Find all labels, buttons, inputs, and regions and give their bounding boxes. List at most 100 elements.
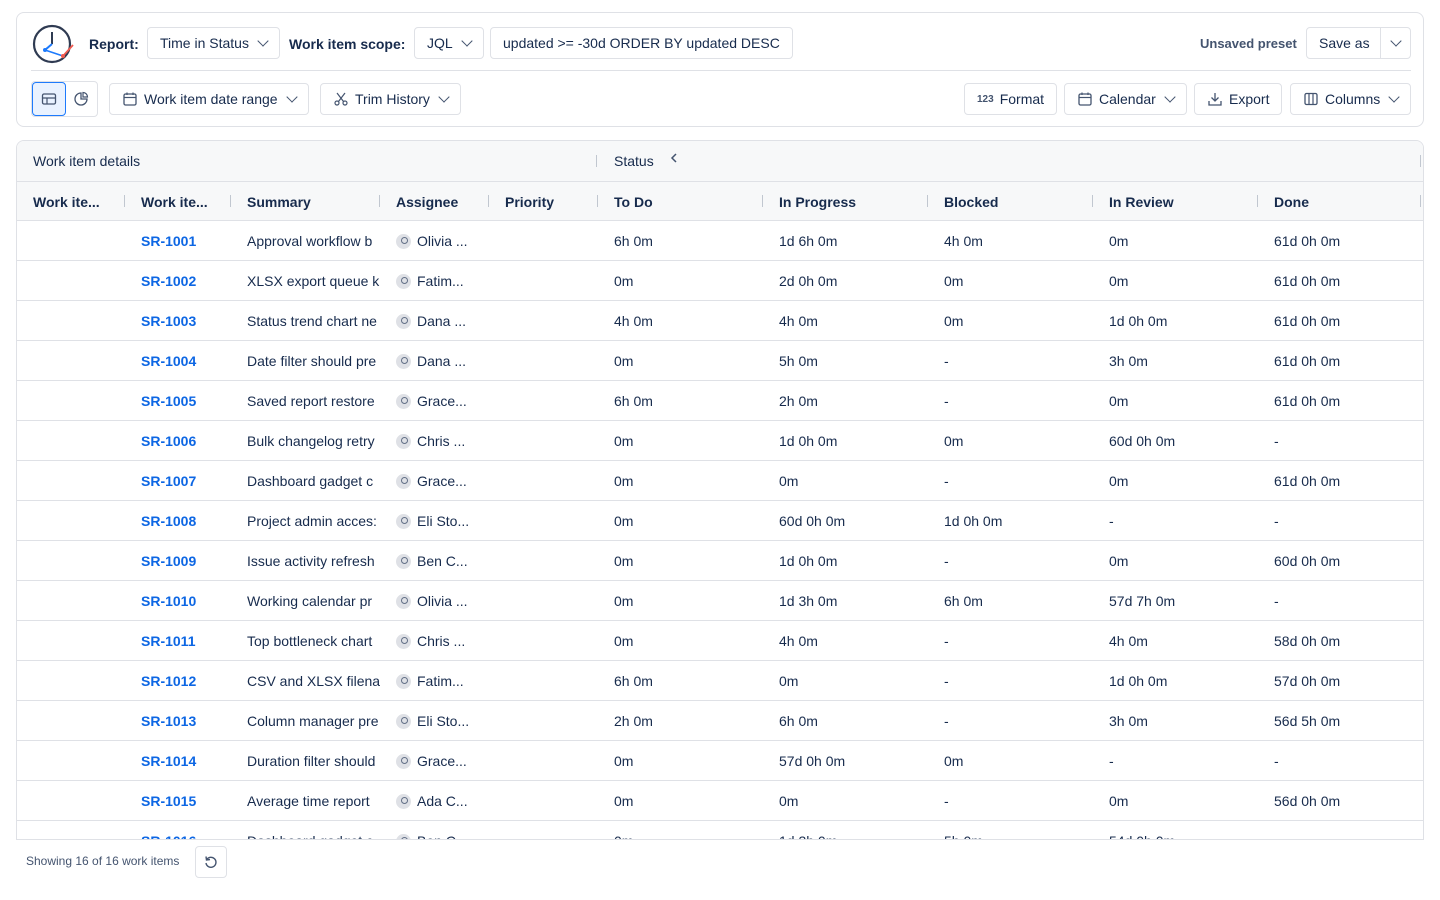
report-label: Report: (89, 36, 139, 52)
column-resize-handle[interactable] (597, 195, 598, 207)
cell-blocked: 5h 0m (944, 833, 1094, 839)
date-range-button[interactable]: Work item date range (109, 83, 309, 115)
column-resize-handle[interactable] (379, 195, 380, 207)
cell-todo: 0m (614, 473, 634, 489)
table-row[interactable]: SR-1015 Average time report Ada C... 0m 0m - 0… (17, 781, 1423, 821)
cell-key[interactable]: SR-1003 (141, 313, 241, 329)
table-row[interactable]: SR-1011 Top bottleneck chart Chris ... 0m 4h… (17, 621, 1423, 661)
column-header[interactable]: Priority (505, 194, 554, 210)
cell-key[interactable]: SR-1012 (141, 673, 241, 689)
cell-done: 61d 0h 0m (1274, 273, 1341, 289)
columns-button[interactable]: Columns (1290, 83, 1412, 115)
jql-input[interactable]: updated >= -30d ORDER BY updated DESC (490, 27, 793, 59)
report-select[interactable]: Time in Status (147, 27, 280, 59)
table-row[interactable]: SR-1003 Status trend chart ne Dana ... 4h 0… (17, 301, 1423, 341)
cell-key[interactable]: SR-1005 (141, 393, 241, 409)
cell-blocked: - (944, 393, 949, 409)
cell-summary: Dashboard gadget c (247, 473, 374, 489)
cell-key[interactable]: SR-1008 (141, 513, 241, 529)
time-in-status-logo (32, 24, 74, 64)
cell-key[interactable]: SR-1004 (141, 353, 241, 369)
table-view-button[interactable] (32, 82, 66, 116)
column-resize-handle[interactable] (1420, 195, 1421, 207)
column-header[interactable]: Work ite... (33, 194, 100, 210)
cell-blocked: - (944, 633, 949, 649)
cell-inprogress: 5h 0m (779, 353, 818, 369)
table-row[interactable]: SR-1012 CSV and XLSX filena Fatim... 6h 0m 0… (17, 661, 1423, 701)
table-row[interactable]: SR-1009 Issue activity refresh Ben C... 0m 1… (17, 541, 1423, 581)
cell-done: - (1274, 833, 1414, 839)
cell-key[interactable]: SR-1001 (141, 233, 241, 249)
avatar-icon (396, 274, 411, 289)
cell-key[interactable]: SR-1007 (141, 473, 241, 489)
cell-summary: Working calendar pr (247, 593, 373, 609)
cell-key[interactable]: SR-1011 (141, 633, 241, 649)
column-resize-handle[interactable] (1092, 195, 1093, 207)
assignee-name: Eli Sto... (417, 713, 470, 729)
table-row[interactable]: SR-1016 Dashboard gadget c Ben C... 0m 1d 3h… (17, 821, 1423, 839)
calendar-button[interactable]: Calendar (1064, 83, 1187, 115)
cell-key[interactable]: SR-1009 (141, 553, 241, 569)
table-row[interactable]: SR-1005 Saved report restore Grace... 6h 0m… (17, 381, 1423, 421)
avatar-icon (396, 554, 411, 569)
column-header[interactable]: Summary (247, 194, 311, 210)
column-header[interactable]: Done (1274, 194, 1309, 210)
table-row[interactable]: SR-1008 Project admin acces: Eli Sto... 0m 6… (17, 501, 1423, 541)
trim-history-button[interactable]: Trim History (320, 83, 461, 115)
collapse-group-button[interactable] (669, 151, 679, 168)
column-resize-handle[interactable] (124, 195, 125, 207)
cell-inreview: 1d 0h 0m (1109, 313, 1168, 329)
save-as-button[interactable]: Save as (1306, 27, 1383, 59)
format-button[interactable]: 123 Format (964, 83, 1058, 115)
table-row[interactable]: SR-1010 Working calendar pr Olivia ... 0m 1d… (17, 581, 1423, 621)
refresh-button[interactable] (195, 846, 227, 878)
table-row[interactable]: SR-1007 Dashboard gadget c Grace... 0m 0m - 0m… (17, 461, 1423, 501)
calendar-label: Calendar (1099, 91, 1156, 107)
column-resize-handle[interactable] (488, 195, 489, 207)
cell-key[interactable]: SR-1002 (141, 273, 241, 289)
cell-key[interactable]: SR-1015 (141, 793, 241, 809)
column-header[interactable]: Assignee (396, 194, 458, 210)
cell-todo: 0m (614, 753, 634, 769)
save-options-button[interactable] (1380, 27, 1411, 59)
cell-todo: 6h 0m (614, 673, 653, 689)
cell-done: 56d 0h 0m (1274, 793, 1341, 809)
cell-key[interactable]: SR-1014 (141, 753, 241, 769)
column-header[interactable]: To Do (614, 194, 653, 210)
cell-todo: 2h 0m (614, 713, 653, 729)
cell-key[interactable]: SR-1013 (141, 713, 241, 729)
table-row[interactable]: SR-1006 Bulk changelog retry Chris ... 0m 1d… (17, 421, 1423, 461)
cell-blocked: - (944, 353, 949, 369)
column-header[interactable]: In Review (1109, 194, 1174, 210)
report-select-value: Time in Status (160, 35, 249, 51)
scope-type-select[interactable]: JQL (414, 27, 484, 59)
cell-inreview: 0m (1109, 233, 1129, 249)
cell-summary: Bulk changelog retry (247, 433, 375, 449)
cell-inprogress: 1d 3h 0m (779, 593, 838, 609)
column-header[interactable]: Work ite... (141, 194, 208, 210)
assignee-name: Olivia ... (417, 233, 468, 249)
assignee-name: Olivia ... (417, 593, 468, 609)
table-row[interactable]: SR-1014 Duration filter should Grace... 0m 5… (17, 741, 1423, 781)
scope-type-value: JQL (427, 35, 453, 51)
table-row[interactable]: SR-1002 XLSX export queue k Fatim... 0m 2d 0… (17, 261, 1423, 301)
column-resize-handle[interactable] (927, 195, 928, 207)
column-resize-handle[interactable] (230, 195, 231, 207)
cell-key[interactable]: SR-1006 (141, 433, 241, 449)
cell-key[interactable]: SR-1010 (141, 593, 241, 609)
assignee-name: Ada C... (417, 793, 468, 809)
cell-blocked: - (944, 793, 949, 809)
column-header[interactable]: Blocked (944, 194, 998, 210)
report-toolbar: Report: Time in Status Work item scope: … (16, 12, 1424, 127)
cell-key[interactable]: SR-1016 (141, 833, 241, 839)
table-row[interactable]: SR-1004 Date filter should pre Dana ... 0m 5… (17, 341, 1423, 381)
avatar-icon (396, 514, 411, 529)
column-header[interactable]: In Progress (779, 194, 856, 210)
export-button[interactable]: Export (1194, 83, 1283, 115)
table-row[interactable]: SR-1013 Column manager pre Eli Sto... 2h 0m… (17, 701, 1423, 741)
column-resize-handle[interactable] (1257, 195, 1258, 207)
table-row[interactable]: SR-1001 Approval workflow b Olivia ... 6h 0… (17, 221, 1423, 261)
chart-view-button[interactable] (66, 82, 98, 116)
column-resize-handle[interactable] (762, 195, 763, 207)
columns-label: Columns (1325, 91, 1381, 107)
